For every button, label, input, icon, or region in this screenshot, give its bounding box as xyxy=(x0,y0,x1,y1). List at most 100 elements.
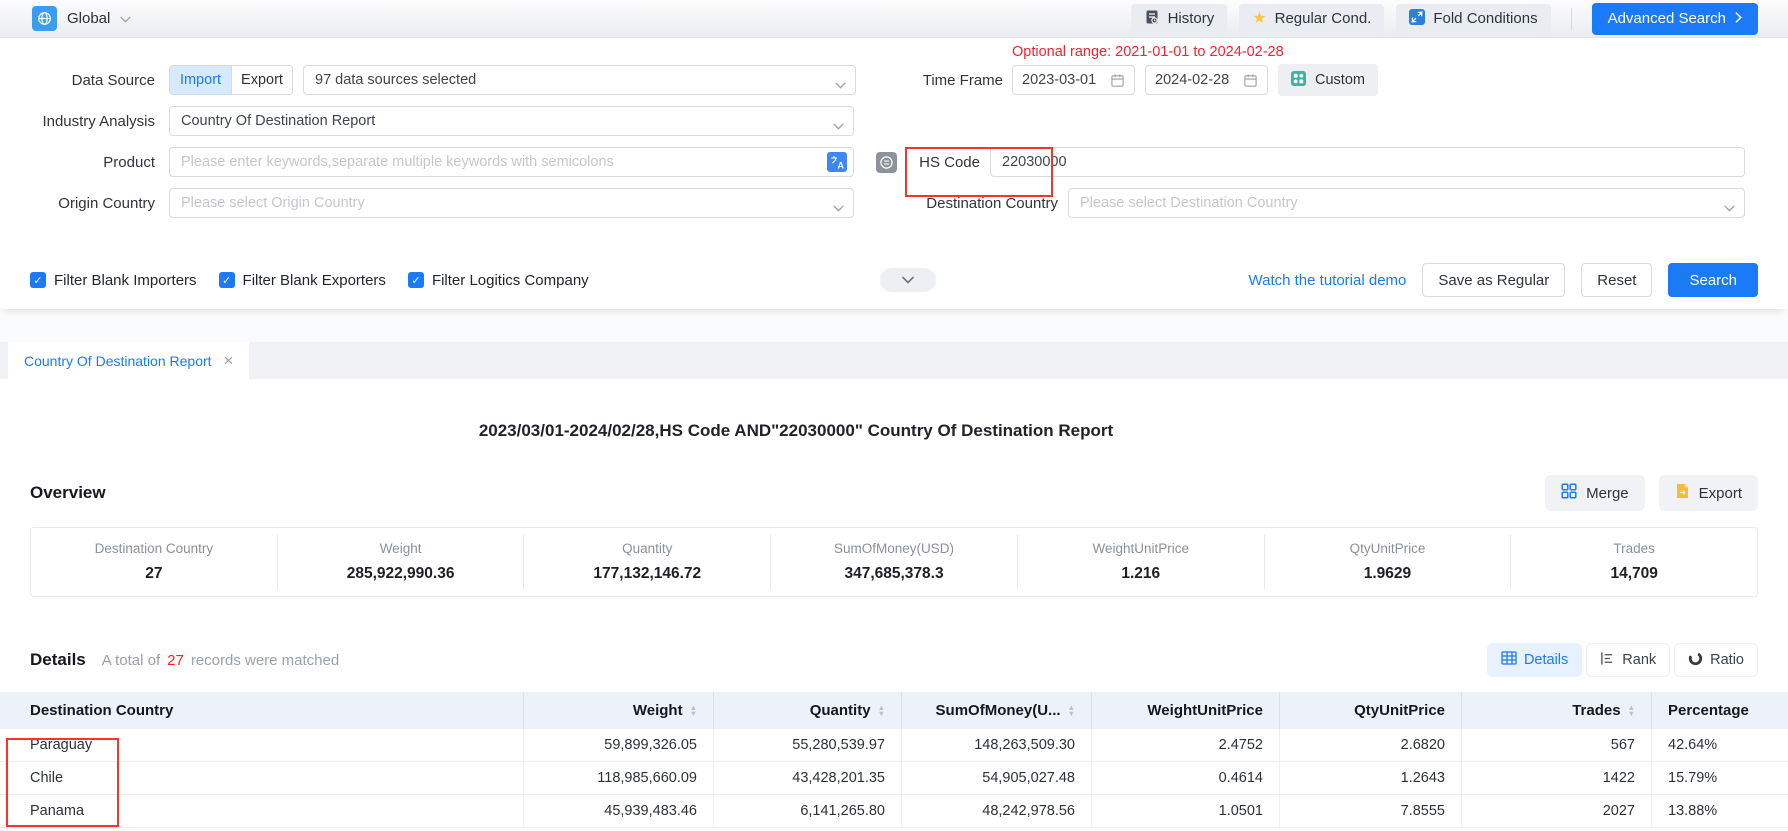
column-header-weight[interactable]: Weight ▲▼ xyxy=(523,692,713,729)
translate-icon[interactable]: A xyxy=(827,152,847,177)
column-header-destination-country[interactable]: Destination Country xyxy=(0,692,523,729)
cell-country[interactable]: Paraguay xyxy=(0,729,523,761)
search-panel: Optional range: 2021-01-01 to 2024-02-28… xyxy=(0,38,1788,309)
column-header-percentage[interactable]: Percentage xyxy=(1651,692,1788,729)
history-icon xyxy=(1144,9,1160,29)
column-header-weight-unit-price[interactable]: WeightUnitPrice xyxy=(1091,692,1279,729)
cell-country[interactable]: Chile xyxy=(0,762,523,794)
cell-country[interactable]: Panama xyxy=(0,795,523,827)
report-title: 2023/03/01-2024/02/28,HS Code AND"220300… xyxy=(0,421,1592,441)
matched-count: 27 xyxy=(167,652,184,669)
product-input[interactable] xyxy=(169,147,854,177)
view-rank-button[interactable]: Rank xyxy=(1586,643,1670,677)
import-toggle[interactable]: Import xyxy=(170,66,231,94)
cell-trades: 1422 xyxy=(1461,762,1651,794)
close-icon[interactable]: × xyxy=(224,352,234,369)
hs-code-label: HS Code xyxy=(860,154,980,171)
stat-label: QtyUnitPrice xyxy=(1265,541,1511,556)
collapse-panel-button[interactable] xyxy=(880,268,936,292)
origin-country-select[interactable]: Please select Origin Country xyxy=(169,188,854,218)
chevron-down-icon xyxy=(835,77,846,93)
overview-heading: Overview xyxy=(30,483,106,503)
export-toggle[interactable]: Export xyxy=(231,66,292,94)
regular-cond-button[interactable]: ★ Regular Cond. xyxy=(1239,4,1384,34)
pie-donut-icon xyxy=(1688,651,1703,670)
stat-qty-unit-price: QtyUnitPrice 1.9629 xyxy=(1264,535,1511,589)
destination-country-label: Destination Country xyxy=(860,195,1058,212)
table-row[interactable]: Paraguay 59,899,326.05 55,280,539.97 148… xyxy=(0,729,1788,762)
end-date-input[interactable] xyxy=(1145,65,1268,95)
column-header-sum-of-money[interactable]: SumOfMoney(U... ▲▼ xyxy=(901,692,1091,729)
sort-icon[interactable]: ▲▼ xyxy=(1628,705,1635,716)
industry-analysis-value: Country Of Destination Report xyxy=(181,113,375,129)
stat-sum-of-money: SumOfMoney(USD) 347,685,378.3 xyxy=(770,535,1017,589)
custom-range-button[interactable]: Custom xyxy=(1278,64,1378,96)
checkbox-checked-icon[interactable] xyxy=(408,272,424,288)
stat-value: 285,922,990.36 xyxy=(278,565,524,583)
sort-icon[interactable]: ▲▼ xyxy=(878,705,885,716)
search-button[interactable]: Search xyxy=(1668,263,1758,297)
stat-destination-country: Destination Country 27 xyxy=(31,535,277,589)
start-date-value[interactable] xyxy=(1022,72,1102,88)
globe-icon xyxy=(32,6,57,31)
chevron-down-icon xyxy=(902,276,914,284)
data-source-row: Data Source Import Export 97 data source… xyxy=(0,65,1788,95)
merge-button[interactable]: Merge xyxy=(1545,475,1645,511)
reset-button[interactable]: Reset xyxy=(1581,263,1652,297)
end-date-value[interactable] xyxy=(1155,72,1235,88)
view-ratio-label: Ratio xyxy=(1710,652,1744,668)
form-actions: Watch the tutorial demo Save as Regular … xyxy=(1249,263,1758,297)
chevron-down-icon xyxy=(833,200,844,216)
cell-weight: 118,985,660.09 xyxy=(523,762,713,794)
checkbox-checked-icon[interactable] xyxy=(30,272,46,288)
advanced-search-button[interactable]: Advanced Search xyxy=(1592,3,1758,35)
product-input-wrap: A xyxy=(169,147,854,177)
cell-weight-unit-price: 2.4752 xyxy=(1091,729,1279,761)
column-header-qty-unit-price[interactable]: QtyUnitPrice xyxy=(1279,692,1461,729)
export-button[interactable]: Export xyxy=(1659,475,1758,511)
tab-country-of-destination-report[interactable]: Country Of Destination Report × xyxy=(8,342,249,379)
stat-value: 347,685,378.3 xyxy=(771,565,1017,583)
destination-country-select[interactable]: Please select Destination Country xyxy=(1068,188,1745,218)
product-label: Product xyxy=(30,154,155,171)
summary-prefix: A total of xyxy=(102,652,160,669)
column-header-trades[interactable]: Trades ▲▼ xyxy=(1461,692,1651,729)
sort-icon[interactable]: ▲▼ xyxy=(690,705,697,716)
overview-actions: Merge Export xyxy=(1545,475,1758,511)
industry-analysis-select[interactable]: Country Of Destination Report xyxy=(169,106,854,136)
filter-logitics-company-checkbox[interactable]: Filter Logitics Company xyxy=(408,272,589,289)
calendar-icon xyxy=(1110,73,1125,88)
sort-icon[interactable]: ▲▼ xyxy=(1068,705,1075,716)
time-frame-group: Time Frame Custom xyxy=(860,64,1378,96)
stat-value: 14,709 xyxy=(1511,565,1757,583)
details-header: Details A total of 27 records were match… xyxy=(0,643,1788,677)
start-date-input[interactable] xyxy=(1012,65,1135,95)
hs-code-input[interactable] xyxy=(990,147,1745,177)
view-details-button[interactable]: Details xyxy=(1487,643,1582,677)
column-label: QtyUnitPrice xyxy=(1354,702,1445,719)
checkbox-checked-icon[interactable] xyxy=(219,272,235,288)
fold-conditions-button[interactable]: Fold Conditions xyxy=(1396,4,1550,34)
overview-header: Overview Merge Export xyxy=(0,475,1788,511)
filter-blank-exporters-checkbox[interactable]: Filter Blank Exporters xyxy=(219,272,386,289)
panel-gap xyxy=(0,309,1788,342)
tutorial-demo-link[interactable]: Watch the tutorial demo xyxy=(1249,272,1407,289)
stat-label: SumOfMoney(USD) xyxy=(771,541,1017,556)
cell-sum-of-money: 48,242,978.56 xyxy=(901,795,1091,827)
table-row[interactable]: Panama 45,939,483.46 6,141,265.80 48,242… xyxy=(0,795,1788,828)
details-table: Destination Country Weight ▲▼ Quantity ▲… xyxy=(0,692,1788,828)
column-header-quantity[interactable]: Quantity ▲▼ xyxy=(713,692,901,729)
filter-blank-importers-checkbox[interactable]: Filter Blank Importers xyxy=(30,272,197,289)
view-ratio-button[interactable]: Ratio xyxy=(1674,643,1758,677)
export-label: Export xyxy=(1699,485,1742,502)
filters-row: Filter Blank Importers Filter Blank Expo… xyxy=(0,263,1788,297)
data-sources-select[interactable]: 97 data sources selected xyxy=(303,65,856,95)
origin-country-label: Origin Country xyxy=(30,195,155,212)
history-button[interactable]: History xyxy=(1131,4,1228,34)
custom-icon xyxy=(1291,71,1306,90)
table-row[interactable]: Chile 118,985,660.09 43,428,201.35 54,90… xyxy=(0,762,1788,795)
region-selector[interactable]: Global xyxy=(32,6,131,31)
star-icon: ★ xyxy=(1252,11,1266,27)
save-as-regular-button[interactable]: Save as Regular xyxy=(1422,263,1565,297)
hs-code-group: HS Code xyxy=(860,147,1745,177)
